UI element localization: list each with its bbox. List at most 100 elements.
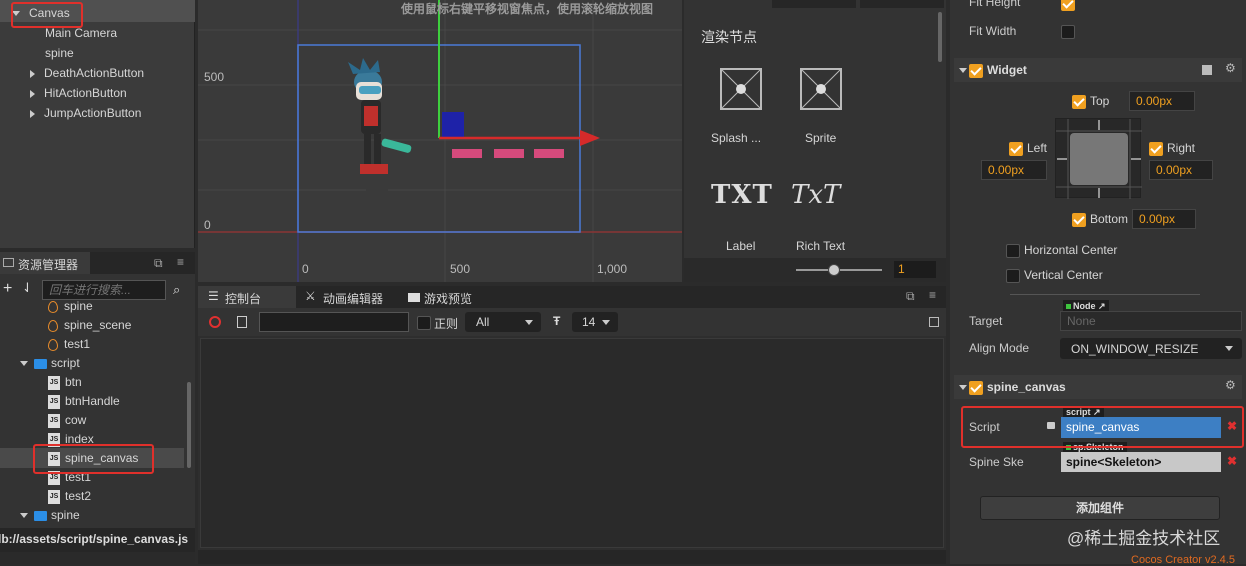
node-library-tab[interactable] [772,0,856,8]
assets-footer [0,552,195,564]
tab-preview-label: 游戏预览 [424,292,473,306]
chevron-down-icon[interactable] [20,513,28,519]
log-file-icon[interactable] [237,316,247,328]
chevron-right-icon[interactable] [30,69,35,78]
asset-item[interactable]: test1 [48,334,90,354]
fit-width-checkbox[interactable] [1061,24,1075,39]
collapse-icon[interactable] [929,317,939,327]
watermark: @稀土掘金技术社区 [1067,529,1221,548]
scene-view[interactable]: 使用鼠标右键平移视窗焦点，使用滚轮缩放视图 500 0 0 500 1,000 [198,0,682,282]
popout-icon[interactable]: ⧉ [906,289,915,304]
hierarchy-item[interactable]: spine [45,43,74,63]
left-checkbox[interactable] [1009,141,1023,156]
asset-item[interactable]: JS cow [48,410,86,430]
node-library-tab[interactable] [860,0,944,8]
sort-icon[interactable]: ⇃ [22,280,33,296]
vertical-center-checkbox[interactable] [1006,268,1020,283]
assets-tab[interactable]: 资源管理器 [0,252,90,274]
inspector-panel: Fit Height Fit Width Widget ⚙ Top 0.00px… [950,0,1246,566]
tab-animation-editor[interactable]: ⚔ 动画编辑器 [302,286,402,308]
remove-skeleton-icon[interactable]: ✖ [1227,454,1237,468]
node-item-label: Label [726,239,756,253]
chevron-right-icon[interactable] [30,89,35,98]
align-mode-select[interactable]: ON_WINDOW_RESIZE [1060,338,1242,359]
fit-height-checkbox[interactable] [1061,0,1075,11]
add-icon[interactable]: + [3,280,12,298]
widget-enable-checkbox[interactable] [969,63,983,78]
zoom-slider-thumb[interactable] [828,264,840,276]
search-icon[interactable]: ⌕ [173,282,180,298]
folder-icon [34,358,47,369]
node-library-scrollbar[interactable] [938,12,942,62]
console-filter-input[interactable] [259,312,409,332]
component-enable-checkbox[interactable] [969,380,983,395]
spine-skeleton-field[interactable]: spine<Skeleton> [1061,452,1221,472]
hierarchy-item[interactable]: HitActionButton [30,83,127,103]
book-icon[interactable] [1202,65,1212,75]
hierarchy-item[interactable]: DeathActionButton [30,63,144,83]
left-input[interactable]: 0.00px [981,160,1047,180]
asset-item[interactable]: JS btn [48,372,82,392]
assets-tabbar: 资源管理器 ⧉ ≡ [0,252,195,274]
horizontal-center-checkbox[interactable] [1006,243,1020,258]
spine-canvas-header[interactable]: spine_canvas ⚙ [954,375,1242,399]
fit-width-label: Fit Width [969,24,1017,38]
zoom-input[interactable]: 1 [894,261,936,278]
chevron-down-icon [959,68,967,73]
add-component-button[interactable]: 添加组件 [980,496,1220,520]
rich-text-icon[interactable]: TxT [791,180,840,210]
chevron-right-icon[interactable] [30,109,35,118]
asset-item-label: cow [65,413,87,427]
menu-icon[interactable]: ≡ [929,288,936,302]
target-field[interactable]: None [1060,311,1242,331]
clear-icon[interactable] [209,316,221,328]
hierarchy-panel: Canvas Main Camera spine DeathActionButton H… [0,0,195,248]
assets-tab-label: 资源管理器 [18,258,79,272]
chevron-down-icon[interactable] [20,361,28,367]
bottom-checkbox[interactable] [1072,212,1086,227]
asset-item-label: test1 [64,337,91,351]
tab-console[interactable]: ☰ 控制台 [198,286,296,308]
console-panel: ☰ 控制台 ⚔ 动画编辑器 游戏预览 ⧉ ≡ 正则 All Ŧ 14 [198,286,946,550]
asset-item[interactable]: spine_scene [48,315,131,335]
regex-checkbox[interactable] [417,315,431,330]
top-checkbox[interactable] [1072,94,1086,109]
gizmo-handle [442,112,464,138]
tab-game-preview[interactable]: 游戏预览 [404,286,494,308]
js-file-icon: JS [48,375,60,390]
asset-item[interactable]: spine [48,296,93,316]
asset-item-label: test2 [65,489,92,503]
hierarchy-item[interactable]: JumpActionButton [30,103,141,123]
x-tick-label: 1,000 [597,262,628,276]
asset-item[interactable]: spine [20,505,80,525]
gear-icon[interactable]: ⚙ [1225,378,1236,392]
top-input[interactable]: 0.00px [1129,91,1195,111]
node-item-label: Rich Text [796,239,846,253]
asset-item[interactable]: script [20,353,80,373]
align-mode-value: ON_WINDOW_RESIZE [1071,342,1199,356]
label-icon[interactable]: TXT [711,180,773,210]
level-select[interactable]: All [465,312,541,332]
popout-icon[interactable]: ⧉ [154,256,163,271]
asset-item[interactable]: JS test2 [48,486,91,506]
asset-item[interactable]: JS btnHandle [48,391,120,411]
x-axis-arrow [580,130,600,146]
bottom-label: Bottom [1090,212,1129,226]
right-input[interactable]: 0.00px [1149,160,1213,180]
assets-scrollbar[interactable] [187,382,191,468]
splash-icon[interactable] [720,68,762,110]
font-size-select[interactable]: 14 [572,312,618,332]
menu-icon[interactable]: ≡ [177,255,184,269]
font-size-icon: Ŧ [553,314,561,328]
widget-header[interactable]: Widget ⚙ [954,58,1242,82]
bottom-input[interactable]: 0.00px [1132,209,1196,229]
js-file-icon: JS [48,489,60,504]
console-toolbar: 正则 All Ŧ 14 [198,308,946,336]
console-output [200,338,944,548]
right-label: Right [1167,141,1196,155]
preview-tab-icon [408,293,420,302]
sprite-icon[interactable] [800,68,842,110]
right-checkbox[interactable] [1149,141,1163,156]
hierarchy-item-label: spine [45,46,74,60]
gear-icon[interactable]: ⚙ [1225,61,1236,75]
